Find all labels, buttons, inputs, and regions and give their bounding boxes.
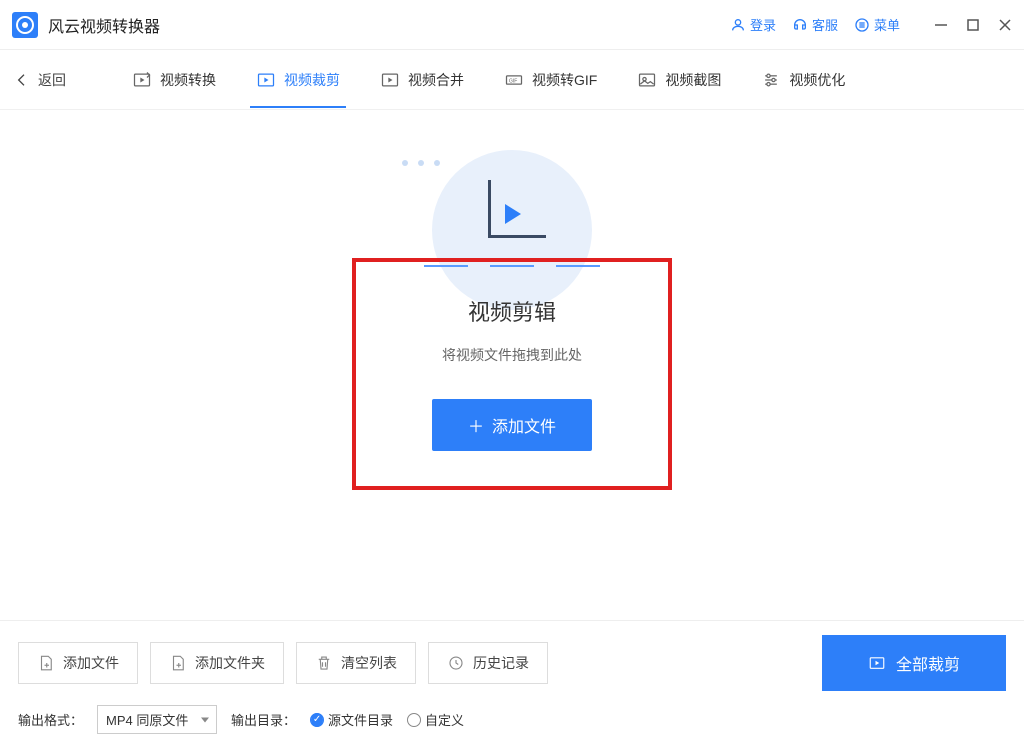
tab-label: 视频转换 bbox=[160, 70, 216, 90]
add-file-main-button[interactable]: ＋ 添加文件 bbox=[432, 399, 592, 451]
file-add-icon bbox=[37, 654, 55, 672]
back-label: 返回 bbox=[38, 70, 66, 90]
bottom-bar: 添加文件 添加文件夹 清空列表 历史记录 全部裁剪 输出格式： MP4 同原文件… bbox=[0, 620, 1024, 720]
add-file-label: 添加文件 bbox=[63, 653, 119, 673]
headset-icon bbox=[792, 17, 808, 33]
tabs-container: 视频转换 视频裁剪 视频合并 GIF 视频转GIF 视频截图 视频优化 bbox=[126, 52, 851, 108]
clock-icon bbox=[447, 654, 465, 672]
add-folder-label: 添加文件夹 bbox=[195, 653, 265, 673]
support-label: 客服 bbox=[812, 15, 838, 34]
tab-label: 视频截图 bbox=[665, 70, 721, 90]
optimize-icon bbox=[761, 70, 781, 90]
crop-all-label: 全部裁剪 bbox=[896, 651, 960, 675]
back-button[interactable]: 返回 bbox=[14, 70, 66, 90]
app-logo-icon bbox=[12, 12, 38, 38]
toolbar: 返回 视频转换 视频裁剪 视频合并 GIF 视频转GIF 视频截图 视频优化 bbox=[0, 50, 1024, 110]
window-controls bbox=[934, 18, 1012, 32]
bottom-actions-row: 添加文件 添加文件夹 清空列表 历史记录 全部裁剪 bbox=[18, 635, 1006, 691]
close-button[interactable] bbox=[998, 18, 1012, 32]
plus-icon: ＋ bbox=[468, 413, 484, 437]
clear-list-button[interactable]: 清空列表 bbox=[296, 642, 416, 684]
history-button[interactable]: 历史记录 bbox=[428, 642, 548, 684]
tab-label: 视频转GIF bbox=[532, 70, 597, 90]
title-bar: 风云视频转换器 登录 客服 菜单 bbox=[0, 0, 1024, 50]
user-icon bbox=[730, 17, 746, 33]
clear-list-label: 清空列表 bbox=[341, 653, 397, 673]
tab-video-crop[interactable]: 视频裁剪 bbox=[250, 52, 346, 108]
menu-icon bbox=[854, 17, 870, 33]
tab-video-convert[interactable]: 视频转换 bbox=[126, 52, 222, 108]
dots-decoration bbox=[402, 160, 440, 166]
maximize-button[interactable] bbox=[966, 18, 980, 32]
crop-all-button[interactable]: 全部裁剪 bbox=[822, 635, 1006, 691]
menu-button[interactable]: 菜单 bbox=[854, 15, 900, 34]
merge-icon bbox=[380, 70, 400, 90]
support-button[interactable]: 客服 bbox=[792, 15, 838, 34]
tab-video-optimize[interactable]: 视频优化 bbox=[755, 52, 851, 108]
output-format-value: MP4 同原文件 bbox=[106, 713, 188, 728]
gif-icon: GIF bbox=[504, 70, 524, 90]
login-button[interactable]: 登录 bbox=[730, 15, 776, 34]
add-folder-button[interactable]: 添加文件夹 bbox=[150, 642, 284, 684]
tab-video-merge[interactable]: 视频合并 bbox=[374, 52, 470, 108]
main-area: 视频剪辑 将视频文件拖拽到此处 ＋ 添加文件 bbox=[0, 110, 1024, 620]
folder-add-icon bbox=[169, 654, 187, 672]
tab-label: 视频优化 bbox=[789, 70, 845, 90]
add-file-button[interactable]: 添加文件 bbox=[18, 642, 138, 684]
login-label: 登录 bbox=[750, 15, 776, 34]
empty-state-card: 视频剪辑 将视频文件拖拽到此处 ＋ 添加文件 bbox=[432, 295, 592, 451]
trash-icon bbox=[315, 654, 333, 672]
svg-text:GIF: GIF bbox=[509, 78, 517, 84]
titlebar-right: 登录 客服 菜单 bbox=[730, 15, 1012, 34]
history-label: 历史记录 bbox=[473, 653, 529, 673]
minimize-button[interactable] bbox=[934, 18, 948, 32]
empty-state-subtitle: 将视频文件拖拽到此处 bbox=[432, 345, 592, 365]
empty-state-title: 视频剪辑 bbox=[432, 295, 592, 327]
crop-icon bbox=[256, 70, 276, 90]
play-box-icon bbox=[868, 654, 886, 672]
add-file-main-label: 添加文件 bbox=[492, 413, 556, 437]
convert-icon bbox=[132, 70, 152, 90]
tab-label: 视频合并 bbox=[408, 70, 464, 90]
tab-video-to-gif[interactable]: GIF 视频转GIF bbox=[498, 52, 603, 108]
tab-label: 视频裁剪 bbox=[284, 70, 340, 90]
tab-video-screenshot[interactable]: 视频截图 bbox=[631, 52, 727, 108]
arrow-left-icon bbox=[14, 72, 30, 88]
crop-illustration-icon bbox=[488, 190, 536, 238]
app-title: 风云视频转换器 bbox=[48, 13, 160, 37]
screenshot-icon bbox=[637, 70, 657, 90]
menu-label: 菜单 bbox=[874, 15, 900, 34]
